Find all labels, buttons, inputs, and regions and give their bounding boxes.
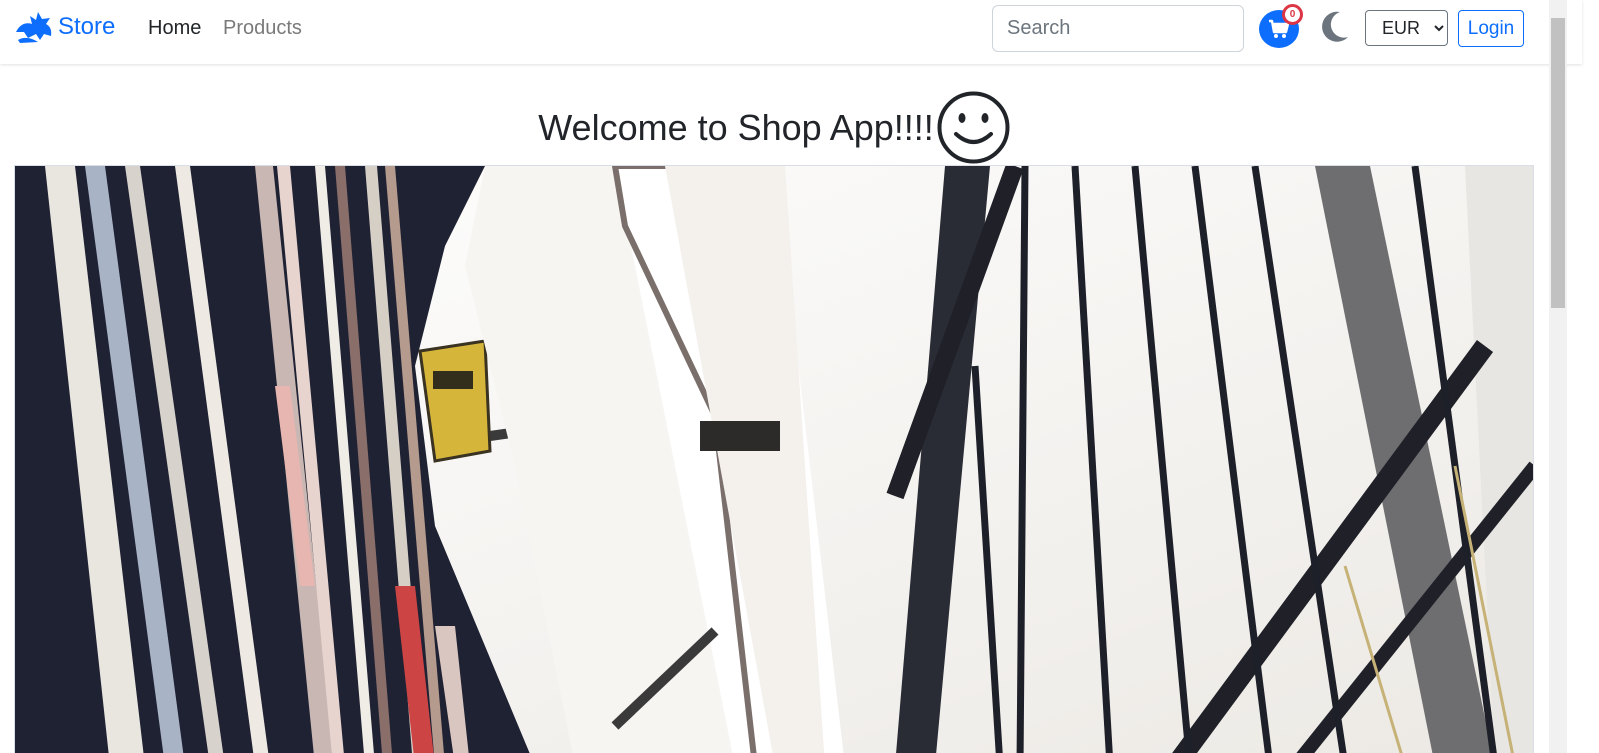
brand-label: Store xyxy=(58,13,116,40)
hero-image xyxy=(14,165,1534,753)
brand-link[interactable]: Store xyxy=(14,10,115,44)
library-bookshelves-photo xyxy=(15,166,1533,753)
cart-count-badge: 0 xyxy=(1282,4,1303,25)
navbar: Store Home Products 0 EUR Login xyxy=(0,0,1582,64)
scrollbar-thumb[interactable] xyxy=(1551,18,1565,308)
moon-icon[interactable] xyxy=(1318,10,1350,44)
nav-home-link[interactable]: Home xyxy=(148,17,201,40)
nav-products-link[interactable]: Products xyxy=(223,17,302,40)
dragon-logo-icon xyxy=(16,12,52,43)
page: Store Home Products 0 EUR Login Welcome … xyxy=(0,0,1599,753)
search-input[interactable] xyxy=(992,5,1244,52)
login-button[interactable]: Login xyxy=(1458,10,1524,47)
page-title: Welcome to Shop App!!!! xyxy=(538,106,934,148)
smiley-icon xyxy=(937,91,1010,164)
currency-select[interactable]: EUR xyxy=(1365,10,1448,46)
welcome-heading-row: Welcome to Shop App!!!! xyxy=(0,90,1549,165)
